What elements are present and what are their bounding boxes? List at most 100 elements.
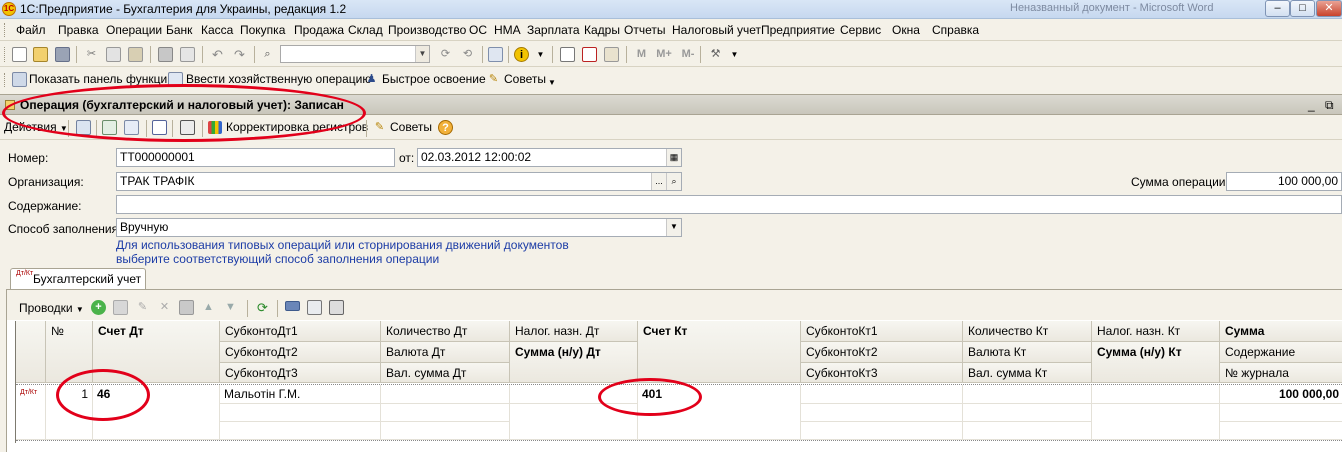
col-header-kt-account[interactable]: Счет Кт [638, 321, 801, 383]
clipboard-icon[interactable] [604, 47, 619, 62]
info-icon[interactable]: i [514, 47, 529, 62]
col-header-qty-dt[interactable]: Количество Дт [381, 321, 510, 342]
table-row[interactable]: Дт/Кт 1 46 Мальотін Г.М. 401 100 000,00 [16, 385, 1342, 440]
add-icon[interactable]: + [91, 300, 106, 315]
number-field[interactable]: ТТ000000001 [116, 148, 395, 167]
paste-icon[interactable] [128, 47, 143, 62]
col-header-content[interactable]: Содержание [1220, 342, 1342, 363]
tips-button[interactable]: Советы [504, 72, 546, 86]
cell-qty-kt[interactable] [963, 385, 1092, 404]
cell-num[interactable]: 1 [46, 385, 93, 440]
select-organization-button[interactable]: ... [651, 173, 666, 190]
menu-grip[interactable] [4, 23, 7, 37]
calendar-icon[interactable] [582, 47, 597, 62]
menu-personnel[interactable]: Кадры [584, 23, 620, 37]
copy-icon[interactable] [106, 47, 121, 62]
cell-tax-dt[interactable] [510, 385, 638, 404]
menu-os[interactable]: ОС [469, 23, 487, 37]
col-header-sub-dt3[interactable]: СубконтоДт3 [220, 363, 381, 383]
cell-sub-kt2[interactable] [801, 404, 963, 422]
menu-help[interactable]: Справка [932, 23, 979, 37]
open-organization-icon[interactable]: ⌕ [666, 173, 681, 190]
actions-menu[interactable]: Действия ▼ [4, 120, 68, 134]
menu-salary[interactable]: Зарплата [527, 23, 580, 37]
col-header-tax-kt[interactable]: Налог. назн. Кт [1092, 321, 1220, 342]
doc-restore-button[interactable]: ⧉ [1325, 98, 1334, 113]
show-panel-button[interactable]: Показать панель функций [29, 72, 174, 86]
end-edit-icon[interactable] [179, 300, 194, 315]
col-header-journal[interactable]: № журнала [1220, 363, 1342, 383]
col-header-sum-nu-kt[interactable]: Сумма (н/у) Кт [1092, 342, 1220, 383]
print-icon[interactable] [158, 47, 173, 62]
col-header-num[interactable]: № [46, 321, 93, 383]
col-header-sub-kt3[interactable]: СубконтоКт3 [801, 363, 963, 383]
movements-icon[interactable] [180, 120, 195, 135]
cell-sub-dt2[interactable] [220, 404, 381, 422]
cell-cursum-kt[interactable] [963, 422, 1092, 440]
find-prev-icon[interactable]: ⟲ [460, 47, 475, 62]
help-icon[interactable]: ? [438, 120, 453, 135]
refresh-icon[interactable]: ⟳ [255, 300, 270, 315]
memory-icon[interactable]: M [634, 47, 649, 62]
entries-actions-menu[interactable]: Проводки ▼ [19, 301, 84, 315]
menu-tax[interactable]: Налоговый учет [672, 23, 761, 37]
post-icon[interactable] [76, 120, 91, 135]
col-header-tax-dt[interactable]: Налог. назн. Дт [510, 321, 638, 342]
col-header-sum[interactable]: Сумма [1220, 321, 1342, 342]
toolbar-grip[interactable] [4, 47, 7, 62]
col-header-sum-nu-dt[interactable]: Сумма (н/у) Дт [510, 342, 638, 383]
cell-sub-kt3[interactable] [801, 422, 963, 440]
enter-operation-button[interactable]: Ввести хозяйственную операцию [186, 72, 371, 86]
chevron-down-icon[interactable]: ▼ [415, 46, 429, 62]
fill-method-select[interactable]: Вручную ▼ [116, 218, 682, 237]
settings-tools-icon[interactable]: ⚒ [708, 47, 723, 62]
print-preview-icon[interactable] [180, 47, 195, 62]
col-header-cur-dt[interactable]: Валюта Дт [381, 342, 510, 363]
quick-learn-button[interactable]: Быстрое освоение [382, 72, 486, 86]
menu-enterprise[interactable]: Предприятие [761, 23, 835, 37]
col-header-dt-account[interactable]: Счет Дт [93, 321, 220, 383]
cell-sum[interactable]: 100 000,00 [1220, 385, 1342, 404]
organization-field[interactable]: ТРАК ТРАФІК ... ⌕ [116, 172, 682, 191]
menu-warehouse[interactable]: Склад [348, 23, 383, 37]
col-header-qty-kt[interactable]: Количество Кт [963, 321, 1092, 342]
move-down-icon[interactable]: ▼ [223, 300, 238, 315]
cut-icon[interactable]: ✂ [84, 47, 99, 62]
cell-sub-kt1[interactable] [801, 385, 963, 404]
edit-icon[interactable]: ✎ [135, 300, 150, 315]
correct-registers-button[interactable]: Корректировка регистров [226, 120, 368, 134]
structure-icon[interactable] [152, 120, 167, 135]
cell-sum-nu-dt[interactable] [510, 404, 638, 440]
doc-minimize-button[interactable]: _ [1308, 98, 1315, 112]
cell-sub-dt1[interactable]: Мальотін Г.М. [220, 385, 381, 404]
content-field[interactable] [116, 195, 1342, 214]
toolbar-grip[interactable] [4, 73, 7, 87]
doc-tips-button[interactable]: Советы [390, 120, 432, 134]
date-field[interactable]: 02.03.2012 12:00:02 ▦ [417, 148, 682, 167]
col-header-cur-kt[interactable]: Валюта Кт [963, 342, 1092, 363]
cell-cursum-dt[interactable] [381, 422, 510, 440]
menu-bank[interactable]: Банк [166, 23, 192, 37]
cell-cur-kt[interactable] [963, 404, 1092, 422]
maximize-button[interactable]: □ [1290, 0, 1315, 17]
search-combo[interactable]: ▼ [280, 45, 430, 63]
menu-windows[interactable]: Окна [892, 23, 920, 37]
undo-icon[interactable]: ↶ [210, 47, 225, 62]
menu-sales[interactable]: Продажа [294, 23, 344, 37]
menu-nma[interactable]: НМА [494, 23, 521, 37]
tools-dropdown-icon[interactable]: ▼ [727, 47, 742, 62]
col-header-cursum-kt[interactable]: Вал. сумма Кт [963, 363, 1092, 383]
col-header-cursum-dt[interactable]: Вал. сумма Дт [381, 363, 510, 383]
new-icon[interactable] [12, 47, 27, 62]
menu-production[interactable]: Производство [388, 23, 466, 37]
col-header-sub-kt2[interactable]: СубконтоКт2 [801, 342, 963, 363]
close-button[interactable]: ✕ [1316, 0, 1342, 17]
cell-sum-nu-kt[interactable] [1092, 404, 1220, 440]
tips-dropdown-icon[interactable]: ▼ [548, 78, 556, 87]
search-icon[interactable]: ⌕ [260, 47, 275, 62]
cell-kt-account[interactable]: 401 [638, 385, 801, 440]
cell-cur-dt[interactable] [381, 404, 510, 422]
memory-minus-icon[interactable]: M- [678, 47, 698, 62]
menu-purchase[interactable]: Покупка [240, 23, 285, 37]
col-header-sub-dt2[interactable]: СубконтоДт2 [220, 342, 381, 363]
